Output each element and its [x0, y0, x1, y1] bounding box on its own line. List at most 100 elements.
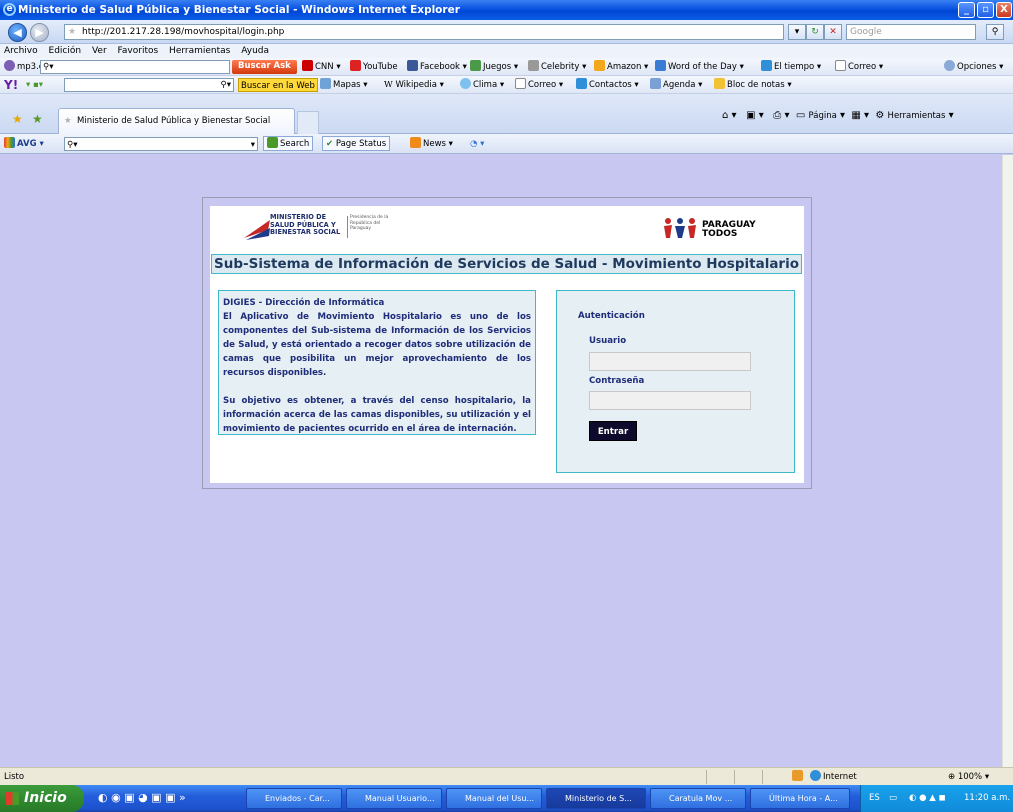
- news-button[interactable]: News ▾: [410, 134, 453, 154]
- menu-edicion[interactable]: Edición: [49, 46, 82, 56]
- link-youtube[interactable]: YouTube: [350, 58, 398, 76]
- link-celebrity[interactable]: Celebrity ▾: [528, 58, 586, 76]
- link-cnn[interactable]: CNN ▾: [302, 58, 341, 76]
- link-amazon[interactable]: Amazon ▾: [594, 58, 648, 76]
- link-agenda[interactable]: Agenda ▾: [650, 76, 702, 94]
- task-enviados[interactable]: Enviados - Car...: [246, 788, 342, 809]
- link-word-of-the-day[interactable]: Word of the Day ▾: [655, 58, 744, 76]
- add-favorites-icon[interactable]: ★: [32, 112, 43, 126]
- ask-search-input[interactable]: ⚲▾: [40, 60, 230, 74]
- yahoo-logo[interactable]: Y!: [4, 76, 18, 94]
- address-dropdown-button[interactable]: ▾: [788, 24, 806, 40]
- link-correo[interactable]: Correo ▾: [835, 58, 883, 76]
- link-mapas[interactable]: Mapas ▾: [320, 76, 368, 94]
- task-manual-usuario[interactable]: Manual Usuario...: [346, 788, 442, 809]
- username-field[interactable]: [589, 352, 751, 371]
- favorites-star-icon[interactable]: ★: [12, 112, 23, 126]
- print-icon[interactable]: ⎙ ▾: [773, 110, 789, 121]
- contacts-icon: [576, 78, 587, 89]
- avg-search-button[interactable]: Search: [263, 136, 314, 151]
- submit-button[interactable]: Entrar: [589, 421, 637, 441]
- forward-button[interactable]: ▶: [30, 23, 49, 42]
- start-button[interactable]: Inicio: [0, 785, 84, 812]
- info-paragraph-2: Su objetivo es obtener, a través del cen…: [223, 396, 531, 434]
- vertical-scrollbar[interactable]: [1002, 155, 1013, 767]
- menu-ayuda[interactable]: Ayuda: [241, 46, 269, 56]
- link-bloc-de-notas[interactable]: Bloc de notas ▾: [714, 76, 792, 94]
- link-wikipedia[interactable]: W Wikipedia ▾: [384, 76, 444, 94]
- notepad-icon: [714, 78, 725, 89]
- feeds-icon[interactable]: ▣ ▾: [746, 110, 764, 121]
- page-star-icon: ★: [64, 116, 72, 126]
- zoom-level[interactable]: ⊕ 100% ▾: [948, 768, 989, 786]
- link-clima[interactable]: Clima ▾: [460, 76, 504, 94]
- search-input[interactable]: Google: [846, 24, 976, 40]
- new-tab-button[interactable]: [297, 111, 319, 134]
- ask-search-button[interactable]: Buscar Ask: [232, 60, 297, 74]
- menu-favoritos[interactable]: Favoritos: [118, 46, 159, 56]
- search-icon[interactable]: ⚲: [986, 24, 1004, 40]
- link-correo-yahoo[interactable]: Correo ▾: [515, 76, 563, 94]
- mail-icon: [515, 78, 526, 89]
- ministry-logo: MINISTERIO DE SALUD PÚBLICA Y BIENESTAR …: [242, 213, 392, 242]
- protected-mode-icon: [792, 768, 805, 786]
- address-input[interactable]: ★ http://201.217.28.198/movhospital/logi…: [64, 24, 784, 40]
- tools-menu[interactable]: ⚙ Herramientas ▾: [875, 110, 953, 121]
- task-ministerio[interactable]: Ministerio de S...: [546, 788, 646, 809]
- yahoo-toolbar: Y! ▾ ▪▾ ⚲▾ Buscar en la Web Mapas ▾ W Wi…: [0, 76, 1013, 94]
- password-label: Contraseña: [589, 376, 645, 386]
- auth-title: Autenticación: [578, 311, 645, 321]
- info-paragraph-1: El Aplicativo de Movimiento Hospitalario…: [223, 312, 531, 378]
- quick-launch[interactable]: ◐ ◉ ▣ ◕ ▣ ▣ »: [98, 791, 186, 804]
- avg-search-input[interactable]: ⚲▾ ▾: [64, 137, 258, 151]
- username-label: Usuario: [589, 336, 627, 346]
- page-menu[interactable]: ▭ Página ▾: [796, 110, 845, 121]
- home-icon[interactable]: ⌂ ▾: [722, 110, 737, 121]
- menu-herramientas[interactable]: Herramientas: [169, 46, 230, 56]
- options-icon: [944, 60, 955, 71]
- yahoo-search-button[interactable]: Buscar en la Web: [238, 78, 318, 92]
- password-field[interactable]: [589, 391, 751, 410]
- youtube-icon: [350, 60, 361, 71]
- tab-active[interactable]: ★ Ministerio de Salud Pública y Bienesta…: [58, 108, 295, 134]
- minimize-button[interactable]: _: [958, 2, 975, 18]
- link-contactos[interactable]: Contactos ▾: [576, 76, 639, 94]
- yahoo-search-input[interactable]: ⚲▾: [64, 78, 234, 92]
- close-button[interactable]: X: [996, 2, 1012, 18]
- yahoo-menu-icon[interactable]: ▾ ▪▾: [26, 76, 43, 94]
- avg-logo[interactable]: AVG ▾: [4, 134, 44, 154]
- wikipedia-icon: W: [384, 80, 393, 90]
- menu-archivo[interactable]: Archivo: [4, 46, 38, 56]
- word-icon: [655, 60, 666, 71]
- avg-extra-icon[interactable]: ◔ ▾: [470, 134, 484, 154]
- paraguay-todos-logo: PARAGUAY TODOS: [662, 216, 772, 242]
- task-manual-del-usuario[interactable]: Manual del Usu...: [446, 788, 542, 809]
- maximize-button[interactable]: ▫: [977, 2, 994, 18]
- options-button[interactable]: Opciones ▾: [944, 58, 1003, 76]
- status-text: Listo: [4, 772, 25, 782]
- task-caratula[interactable]: Caratula Mov ...: [650, 788, 746, 809]
- address-url: http://201.217.28.198/movhospital/login.…: [82, 27, 285, 37]
- language-indicator[interactable]: ES: [869, 785, 880, 812]
- refresh-button[interactable]: ↻: [806, 24, 824, 40]
- windows-logo-icon: [6, 792, 19, 805]
- search-icon: ⚲▾: [43, 62, 54, 72]
- amazon-icon: [594, 60, 605, 71]
- stop-button[interactable]: ✕: [824, 24, 842, 40]
- people-figures-icon: [664, 218, 696, 238]
- link-el-tiempo[interactable]: El tiempo ▾: [761, 58, 821, 76]
- link-facebook[interactable]: Facebook ▾: [407, 58, 467, 76]
- check-icon: ✔: [326, 139, 334, 149]
- menu-ver[interactable]: Ver: [92, 46, 107, 56]
- back-button[interactable]: ◀: [8, 23, 27, 42]
- page-status-button[interactable]: ✔ Page Status: [322, 136, 391, 151]
- ask-toolbar: mp3.es ⚲▾ Buscar Ask CNN ▾ YouTube Faceb…: [0, 58, 1013, 76]
- safety-icon[interactable]: ▦ ▾: [851, 110, 869, 121]
- window-title: Ministerio de Salud Pública y Bienestar …: [18, 4, 460, 16]
- avg-icon: [4, 137, 15, 148]
- task-ultima-hora[interactable]: Última Hora - A...: [750, 788, 850, 809]
- ie-icon: e: [3, 3, 16, 16]
- tray-icons[interactable]: ◐ ● ▲ ◼: [909, 785, 946, 812]
- rss-icon: [410, 137, 421, 148]
- link-juegos[interactable]: Juegos ▾: [470, 58, 518, 76]
